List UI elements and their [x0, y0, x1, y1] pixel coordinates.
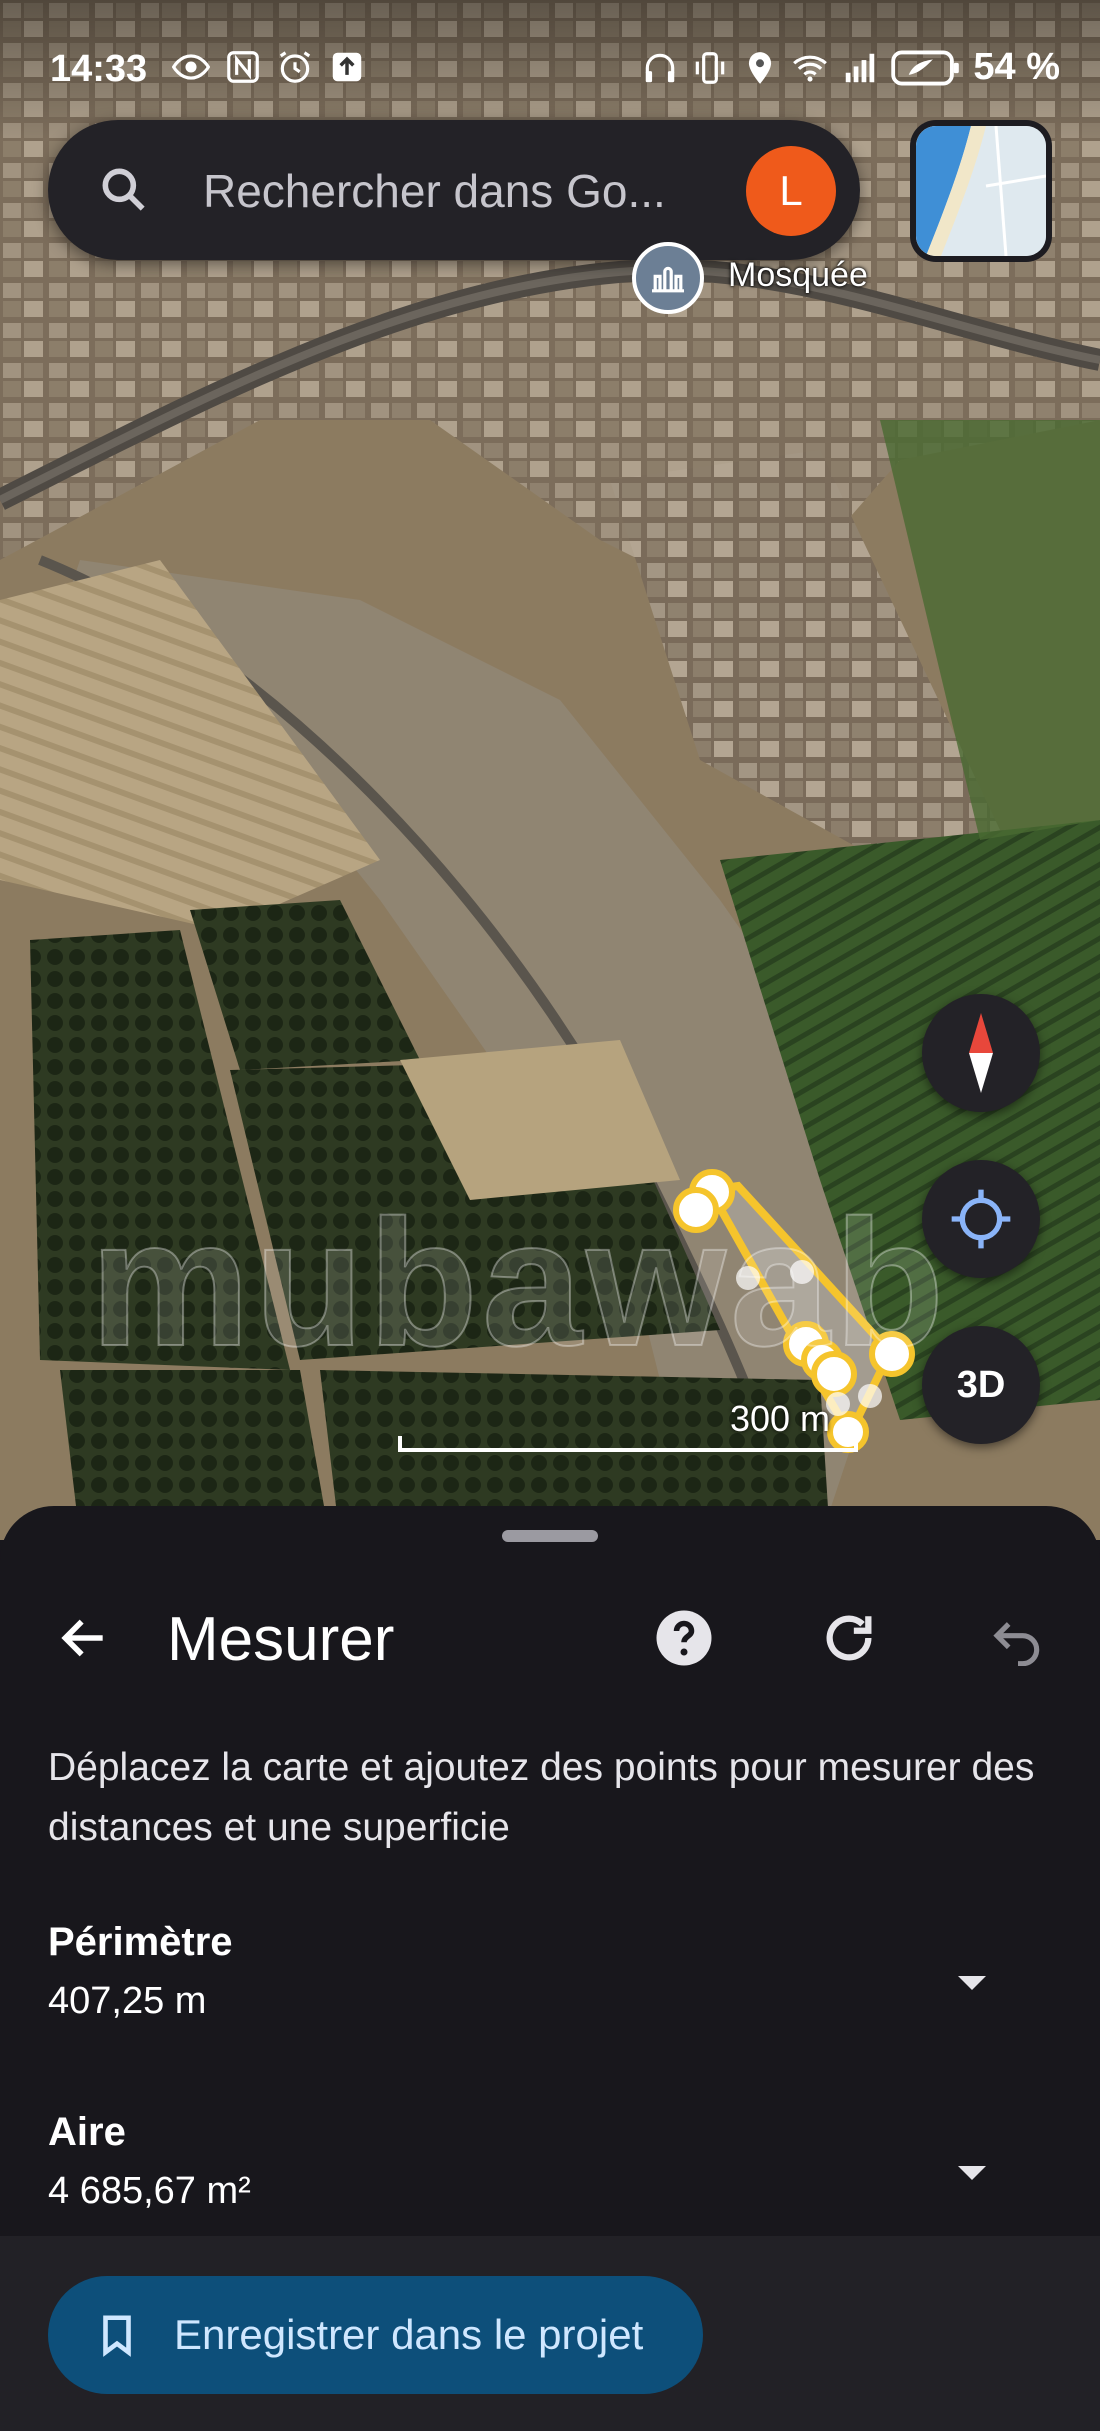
eye-icon	[172, 48, 210, 86]
poi-mosque[interactable]: Mosquée	[632, 242, 868, 314]
sheet-footer: Enregistrer dans le projet	[0, 2236, 1100, 2431]
wifi-icon	[791, 49, 829, 87]
map-layer-thumbnail	[916, 126, 1046, 256]
undo-icon	[993, 1622, 1040, 1666]
perimeter-label: Périmètre	[48, 1920, 233, 1964]
area-row[interactable]: Aire 4 685,67 m²	[48, 2110, 1058, 2230]
arrow-left-icon	[61, 1619, 103, 1657]
perimeter-row[interactable]: Périmètre 407,25 m	[48, 1920, 1058, 2040]
area-value: 4 685,67 m²	[48, 2170, 251, 2212]
status-time: 14:33	[50, 48, 148, 90]
crosshair-icon	[951, 1189, 1011, 1249]
watermark-text: mubawab	[89, 1182, 949, 1385]
avatar[interactable]: L	[746, 146, 836, 236]
caret-down-icon[interactable]	[948, 2148, 996, 2196]
save-button-label: Enregistrer dans le projet	[174, 2311, 644, 2358]
back-button[interactable]	[48, 1602, 120, 1674]
status-bar: 14:33 54 %	[0, 0, 1100, 140]
battery-level: 54 %	[973, 46, 1060, 88]
satellite-map[interactable]: mubawab 14:33 54 % Rechercher dans Go...…	[0, 0, 1100, 1540]
undo-button[interactable]	[982, 1602, 1054, 1674]
search-icon	[102, 168, 145, 211]
search-bar[interactable]: Rechercher dans Go... L	[48, 120, 860, 260]
vibrate-icon	[691, 49, 729, 87]
upload-icon	[328, 48, 366, 86]
reset-button[interactable]	[813, 1602, 885, 1674]
instructions-text: Déplacez la carte et ajoutez des points …	[48, 1746, 1035, 1849]
refresh-icon	[826, 1615, 872, 1661]
battery-icon	[891, 49, 961, 87]
poi-label: Mosquée	[728, 256, 868, 294]
scale-bar: 300 m	[398, 1392, 858, 1452]
scale-line	[398, 1436, 858, 1452]
area-label: Aire	[48, 2110, 126, 2154]
system-icons: 54 %	[641, 46, 1060, 89]
caret-down-icon[interactable]	[948, 1958, 996, 2006]
location-icon	[741, 49, 779, 87]
signal-icon	[841, 49, 879, 87]
layers-button[interactable]	[910, 120, 1052, 262]
3d-button[interactable]: 3D	[922, 1326, 1040, 1444]
save-to-project-button[interactable]: Enregistrer dans le projet	[48, 2276, 703, 2394]
mosque-icon	[632, 242, 704, 314]
help-button[interactable]	[648, 1602, 720, 1674]
alarm-icon	[276, 48, 314, 86]
scale-label: 300 m	[729, 1398, 830, 1439]
notification-icons	[172, 48, 366, 86]
compass-icon	[969, 1013, 993, 1093]
search-input[interactable]: Rechercher dans Go...	[203, 164, 666, 218]
compass-button[interactable]	[922, 994, 1040, 1112]
perimeter-value: 407,25 m	[48, 1980, 207, 2022]
my-location-button[interactable]	[922, 1160, 1040, 1278]
nfc-icon	[224, 48, 262, 86]
bookmark-icon	[103, 2315, 131, 2357]
headphones-icon	[641, 49, 679, 87]
drag-handle[interactable]	[502, 1530, 598, 1542]
page-title: Mesurer	[167, 1605, 395, 1674]
help-icon	[656, 1610, 712, 1666]
